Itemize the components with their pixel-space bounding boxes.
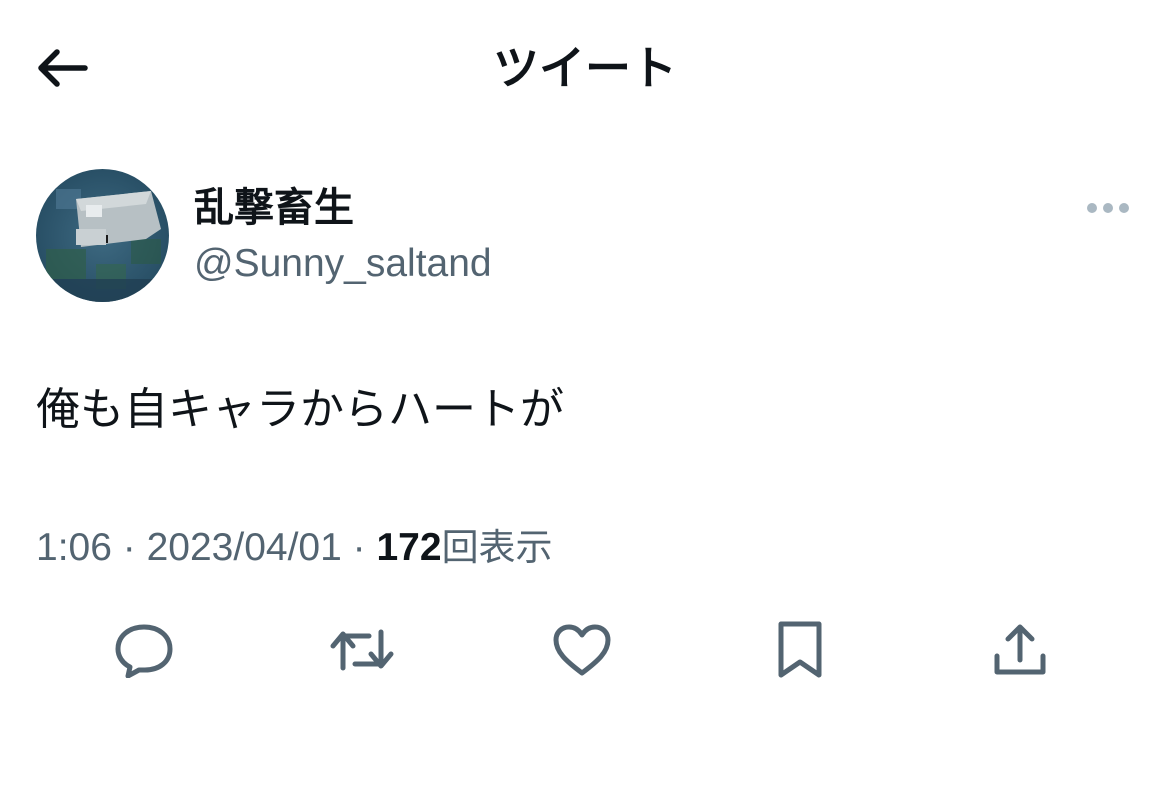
retweet-icon [330,629,394,671]
tweet-time[interactable]: 1:06 [36,526,112,569]
top-bar: ツイート [0,0,1170,135]
author-handle[interactable]: @Sunny_saltand [194,238,492,290]
share-icon [994,624,1046,675]
tweet-metadata: 1:06 · 2023/04/01 · 172回表示 [36,522,553,574]
more-options-button[interactable] [1080,188,1136,228]
meta-separator: · [352,526,366,569]
like-button[interactable] [542,610,622,690]
bookmark-button[interactable] [760,610,840,690]
avatar[interactable] [36,169,169,302]
meta-separator: · [122,526,136,569]
reply-button[interactable] [104,610,184,690]
author-display-name[interactable]: 乱撃畜生 [194,180,354,236]
more-horizontal-icon [1087,203,1129,213]
tweet-text: 俺も自キャラからハートが [36,384,564,435]
tweet-date[interactable]: 2023/04/01 [147,526,342,569]
bookmark-icon [778,621,822,678]
views-label: 回表示 [441,526,553,569]
retweet-button[interactable] [322,610,402,690]
share-button[interactable] [980,610,1060,690]
action-bar [0,610,1170,690]
page-title: ツイート [493,41,677,95]
heart-icon [553,624,611,676]
reply-icon [115,624,173,678]
views-count[interactable]: 172 [376,526,441,569]
